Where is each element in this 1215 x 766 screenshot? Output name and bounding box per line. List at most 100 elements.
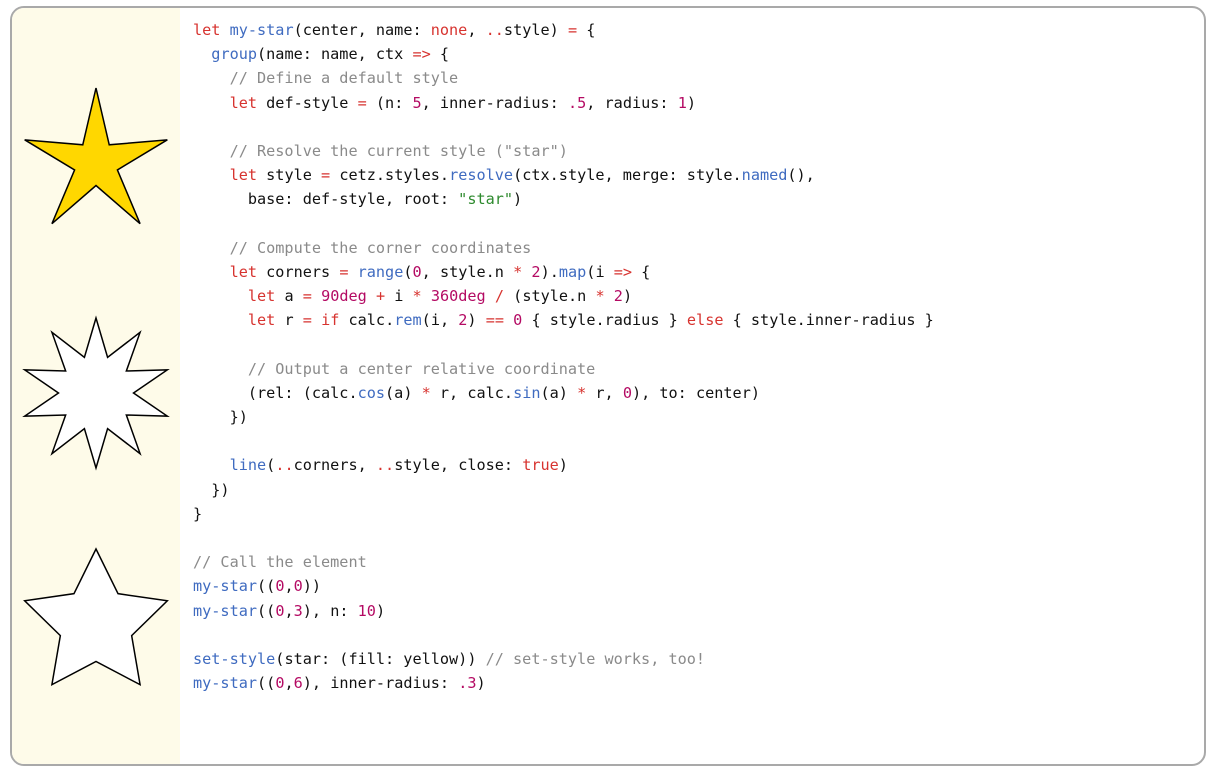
code-token: r bbox=[275, 311, 303, 330]
code-token: 2 bbox=[531, 262, 541, 281]
yellow-star-icon bbox=[24, 87, 168, 225]
code-token: ) bbox=[467, 311, 486, 330]
code-token: )) bbox=[302, 577, 322, 596]
code-token: named bbox=[741, 166, 788, 185]
code-token: corners, bbox=[293, 456, 376, 475]
code-token: (ctx.style, merge: style. bbox=[513, 166, 742, 185]
code-token: .. bbox=[485, 21, 504, 39]
code-token: base: def-style, root: bbox=[193, 190, 459, 209]
code-line: let def-style = (n: 5, inner-radius: .5,… bbox=[193, 91, 934, 115]
code-token: .3 bbox=[458, 674, 477, 693]
code-token: + bbox=[375, 287, 386, 306]
code-token: rem bbox=[394, 311, 422, 330]
code-token: resolve bbox=[449, 166, 514, 185]
code-token: my-star bbox=[193, 674, 258, 693]
code-line: // Call the element bbox=[193, 550, 934, 574]
example-frame: let my-star(center, name: none, ..style)… bbox=[10, 6, 1206, 766]
code-token: { style.radius } bbox=[522, 311, 687, 330]
code-token: ), inner-radius: bbox=[302, 674, 459, 693]
code-token: , inner-radius: bbox=[421, 93, 568, 112]
code-token: { bbox=[577, 21, 596, 39]
code-token: (( bbox=[257, 577, 276, 596]
code-token: / bbox=[494, 287, 505, 306]
code-token: corners bbox=[257, 262, 340, 281]
code-token: let bbox=[229, 93, 258, 112]
code-token: a bbox=[275, 287, 303, 306]
code-token: ( bbox=[403, 262, 413, 281]
code-line: base: def-style, root: "star") bbox=[193, 187, 934, 211]
code-token: r, calc. bbox=[430, 383, 514, 402]
code-token: * bbox=[412, 287, 422, 306]
code-token: def-style bbox=[257, 93, 358, 112]
code-token: ) bbox=[513, 190, 523, 209]
code-token: ) bbox=[558, 456, 568, 475]
code-token: // Define a default style bbox=[193, 69, 459, 88]
code-token: = bbox=[567, 21, 578, 39]
code-line: let a = 90deg + i * 360deg / (style.n * … bbox=[193, 284, 934, 308]
code-token: * bbox=[513, 262, 523, 281]
code-token: 360deg bbox=[430, 287, 486, 306]
code-token: = bbox=[302, 311, 312, 330]
code-line: let r = if calc.rem(i, 2) == 0 { style.r… bbox=[193, 308, 934, 332]
code-token: style) bbox=[503, 21, 568, 39]
code-line: my-star((0,0)) bbox=[193, 574, 934, 598]
code-token: i bbox=[385, 287, 413, 306]
code-token: , bbox=[467, 21, 486, 39]
code-token: group bbox=[211, 45, 258, 64]
code-token: , bbox=[284, 577, 294, 596]
code-token: ) bbox=[686, 93, 696, 112]
code-line: let corners = range(0, style.n * 2).map(… bbox=[193, 260, 934, 284]
code-line: // Define a default style bbox=[193, 66, 934, 90]
code-token: , radius: bbox=[586, 93, 678, 112]
code-token: ), n: bbox=[302, 601, 358, 620]
code-token: 90deg bbox=[321, 287, 367, 306]
code-token: 2 bbox=[613, 287, 623, 306]
code-line: set-style(star: (fill: yellow)) // set-s… bbox=[193, 647, 934, 671]
code-token: = bbox=[302, 287, 312, 306]
code-token: 0 bbox=[412, 262, 422, 281]
code-line: } bbox=[193, 502, 934, 526]
code-token: * bbox=[577, 383, 587, 402]
code-token: 10 bbox=[357, 601, 376, 620]
code-line: // Resolve the current style ("star") bbox=[193, 139, 934, 163]
code-line: }) bbox=[193, 405, 934, 429]
code-token: // Output a center relative coordinate bbox=[193, 359, 596, 378]
code-line: }) bbox=[193, 478, 934, 502]
code-token: // Compute the corner coordinates bbox=[193, 238, 532, 257]
code-token: 0 bbox=[513, 311, 523, 330]
code-token: (n: bbox=[366, 93, 413, 112]
code-token: { bbox=[430, 45, 450, 64]
code-token: line bbox=[229, 456, 267, 475]
code-token: (), bbox=[787, 166, 815, 185]
code-token: true bbox=[522, 456, 559, 475]
code-token: let bbox=[193, 21, 230, 39]
render-preview-panel bbox=[12, 8, 180, 764]
code-token: // Call the element bbox=[193, 553, 367, 572]
code-token: (a) bbox=[540, 383, 578, 402]
code-token: ( bbox=[266, 456, 276, 475]
code-token: let bbox=[229, 262, 258, 281]
code-token: map bbox=[558, 262, 587, 281]
code-token: range bbox=[357, 262, 404, 281]
code-token: if bbox=[321, 311, 340, 330]
code-token: (i bbox=[586, 262, 614, 281]
code-token: 5 bbox=[412, 93, 422, 112]
code-token: .. bbox=[375, 456, 395, 475]
code-token: { style.inner-radius } bbox=[723, 311, 934, 330]
code-token: (style.n bbox=[504, 287, 596, 306]
code-token: style bbox=[257, 166, 322, 185]
code-token: // set-style works, too! bbox=[485, 649, 706, 668]
code-token: == bbox=[485, 311, 504, 330]
code-listing: let my-star(center, name: none, ..style)… bbox=[193, 18, 934, 695]
code-token: = bbox=[321, 166, 331, 185]
